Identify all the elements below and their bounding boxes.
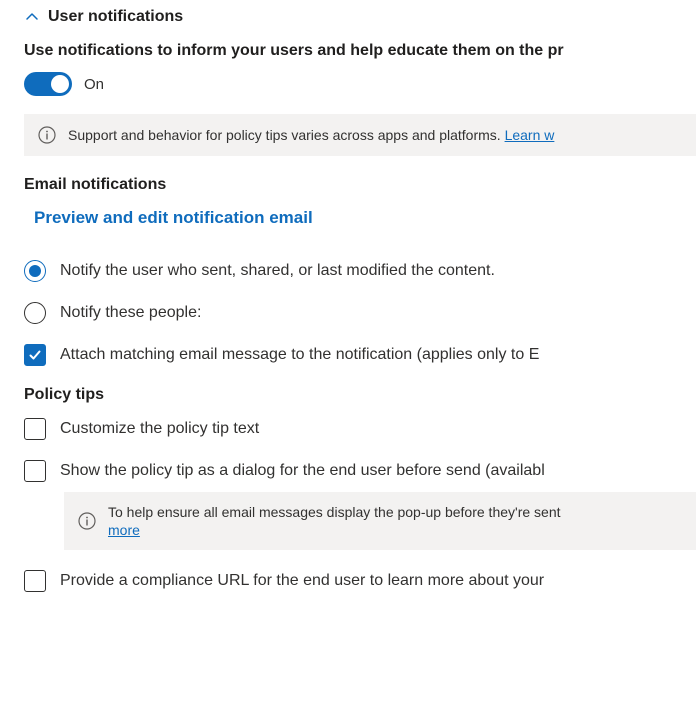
compliance-url-label: Provide a compliance URL for the end use…: [60, 572, 544, 590]
section-title: User notifications: [48, 8, 183, 26]
dialog-banner-link[interactable]: more: [108, 522, 561, 538]
attach-message-checkbox[interactable]: [24, 344, 46, 366]
dialog-info-banner: To help ensure all email messages displa…: [64, 492, 696, 550]
banner-text: Support and behavior for policy tips var…: [68, 127, 505, 143]
learn-link[interactable]: Learn w: [505, 127, 555, 143]
notify-people-label: Notify these people:: [60, 304, 201, 322]
attach-message-label: Attach matching email message to the not…: [60, 346, 539, 364]
policy-tips-support-banner: Support and behavior for policy tips var…: [24, 114, 696, 156]
chevron-up-icon: [24, 9, 40, 25]
policy-tips-title: Policy tips: [24, 386, 696, 404]
customize-tip-checkbox[interactable]: [24, 418, 46, 440]
compliance-url-checkbox[interactable]: [24, 570, 46, 592]
section-header[interactable]: User notifications: [24, 8, 696, 26]
toggle-state-label: On: [84, 76, 104, 93]
notify-sender-radio[interactable]: [24, 260, 46, 282]
show-dialog-label: Show the policy tip as a dialog for the …: [60, 462, 545, 480]
show-dialog-checkbox[interactable]: [24, 460, 46, 482]
info-icon: [78, 512, 96, 530]
notify-sender-label: Notify the user who sent, shared, or las…: [60, 262, 495, 280]
info-icon: [38, 126, 56, 144]
notifications-description: Use notifications to inform your users a…: [24, 42, 696, 60]
notifications-toggle[interactable]: [24, 72, 72, 96]
dialog-banner-text: To help ensure all email messages displa…: [108, 504, 561, 520]
notify-people-radio[interactable]: [24, 302, 46, 324]
customize-tip-label: Customize the policy tip text: [60, 420, 259, 438]
email-notifications-title: Email notifications: [24, 176, 696, 194]
preview-edit-email-link[interactable]: Preview and edit notification email: [34, 208, 313, 228]
